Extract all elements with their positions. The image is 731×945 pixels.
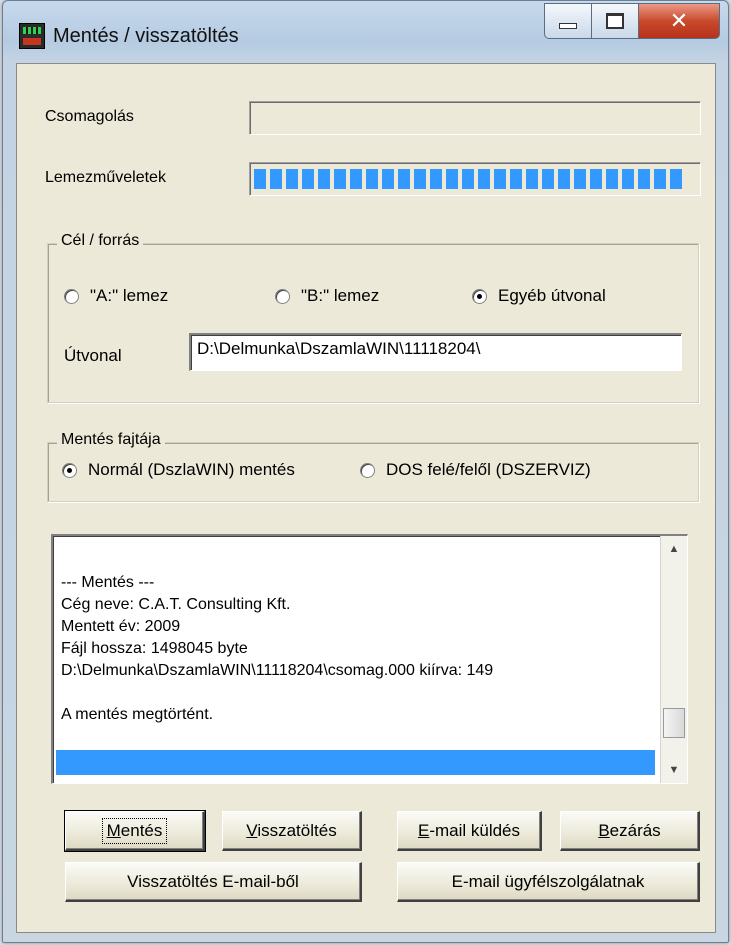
log-line: Cég neve: C.A.T. Consulting Kft. (61, 596, 291, 613)
progress-segment (542, 169, 554, 189)
disk-ops-label: Lemezműveletek (45, 169, 166, 186)
radio-dos-save-dot (360, 462, 375, 478)
target-groupbox (47, 243, 699, 403)
minimize-button[interactable] (544, 3, 592, 39)
save-type-groupbox-legend: Mentés fajtája (57, 431, 165, 449)
radio-a-drive[interactable]: "A:" lemez (64, 286, 168, 306)
progress-segment (558, 169, 570, 189)
save-button[interactable]: Mentés (64, 810, 206, 852)
log-selected-line[interactable] (56, 750, 655, 775)
title-bar[interactable]: Mentés / visszatöltés ✕ (3, 1, 728, 63)
log-line: Mentett év: 2009 (61, 618, 181, 635)
radio-normal-save-label: Normál (DszlaWIN) mentés (88, 460, 295, 479)
window-title: Mentés / visszatöltés (53, 25, 239, 47)
target-groupbox-legend: Cél / forrás (57, 232, 144, 250)
progress-segment (302, 169, 314, 189)
log-listbox[interactable]: --- Mentés --- Cég neve: C.A.T. Consulti… (51, 534, 688, 784)
progress-segment (430, 169, 442, 189)
progress-segment (462, 169, 474, 189)
progress-segment (574, 169, 586, 189)
progress-segment (446, 169, 458, 189)
close-icon: ✕ (669, 8, 689, 34)
progress-segment (334, 169, 346, 189)
packing-label: Csomagolás (45, 108, 134, 125)
radio-normal-save-dot (62, 462, 77, 478)
radio-dos-save[interactable]: DOS felé/felől (DSZERVIZ) (360, 460, 591, 480)
progress-segment (286, 169, 298, 189)
close-window-button[interactable]: ✕ (639, 3, 720, 39)
progress-segment (654, 169, 666, 189)
log-scrollbar[interactable]: ▲ ▼ (660, 536, 687, 783)
scroll-thumb[interactable] (663, 708, 685, 738)
progress-segment (382, 169, 394, 189)
progress-segment (494, 169, 506, 189)
progress-segment (398, 169, 410, 189)
restore-from-email-label: Visszatöltés E-mail-ből (127, 871, 299, 891)
path-input[interactable]: D:\Delmunka\DszamlaWIN\11118204\ (189, 333, 682, 371)
radio-a-drive-label: "A:" lemez (90, 286, 169, 305)
log-line: A mentés megtörtént. (61, 706, 214, 723)
progress-segment (414, 169, 426, 189)
email-support-button[interactable]: E-mail ügyfélszolgálatnak (397, 862, 700, 902)
progress-segment (606, 169, 618, 189)
restore-button-label: Visszatöltés (246, 820, 337, 840)
progress-segment (254, 169, 266, 189)
progress-segment (366, 169, 378, 189)
progress-segment (526, 169, 538, 189)
radio-other-path-dot (472, 288, 487, 304)
progress-segment (478, 169, 490, 189)
log-line: --- Mentés --- (61, 574, 155, 591)
progress-segment (510, 169, 522, 189)
scroll-up-icon[interactable]: ▲ (661, 536, 687, 562)
close-button[interactable]: Bezárás (560, 811, 700, 851)
radio-dos-save-label: DOS felé/felől (DSZERVIZ) (386, 460, 591, 479)
radio-b-drive[interactable]: "B:" lemez (275, 286, 379, 306)
save-button-label: Mentés (101, 817, 168, 844)
restore-button[interactable]: Visszatöltés (222, 811, 362, 851)
email-send-button[interactable]: E-mail küldés (397, 811, 542, 851)
app-icon[interactable] (19, 23, 45, 49)
maximize-button[interactable] (592, 3, 639, 39)
email-support-label: E-mail ügyfélszolgálatnak (451, 871, 645, 891)
window: Mentés / visszatöltés ✕ Csomagolás Lemez… (2, 0, 729, 943)
radio-a-drive-dot (64, 288, 79, 304)
log-line: D:\Delmunka\DszamlaWIN\11118204\csomag.0… (61, 662, 494, 679)
maximize-icon (606, 13, 624, 29)
progress-segment (270, 169, 282, 189)
progress-segment (590, 169, 602, 189)
caption-buttons: ✕ (544, 3, 720, 41)
email-send-button-label: E-mail küldés (417, 820, 521, 840)
radio-b-drive-dot (275, 288, 290, 304)
restore-from-email-button[interactable]: Visszatöltés E-mail-ből (65, 862, 362, 902)
minimize-icon (559, 23, 577, 29)
progress-segment (318, 169, 330, 189)
radio-b-drive-label: "B:" lemez (301, 286, 380, 305)
progress-segment (670, 169, 682, 189)
close-button-label: Bezárás (598, 820, 661, 840)
progress-segment (622, 169, 634, 189)
radio-other-path-label: Egyéb útvonal (498, 286, 606, 305)
log-line: Fájl hossza: 1498045 byte (61, 640, 248, 657)
radio-other-path[interactable]: Egyéb útvonal (472, 286, 606, 306)
radio-normal-save[interactable]: Normál (DszlaWIN) mentés (62, 460, 295, 480)
log-text: --- Mentés --- Cég neve: C.A.T. Consulti… (61, 572, 661, 726)
packing-progress-bar (249, 101, 701, 135)
disk-ops-progress-bar (249, 162, 701, 196)
progress-segment (638, 169, 650, 189)
dialog-client: Csomagolás Lemezműveletek Cél / forrás "… (16, 63, 716, 933)
path-label: Útvonal (64, 346, 122, 365)
scroll-down-icon[interactable]: ▼ (661, 757, 687, 783)
progress-segment (350, 169, 362, 189)
